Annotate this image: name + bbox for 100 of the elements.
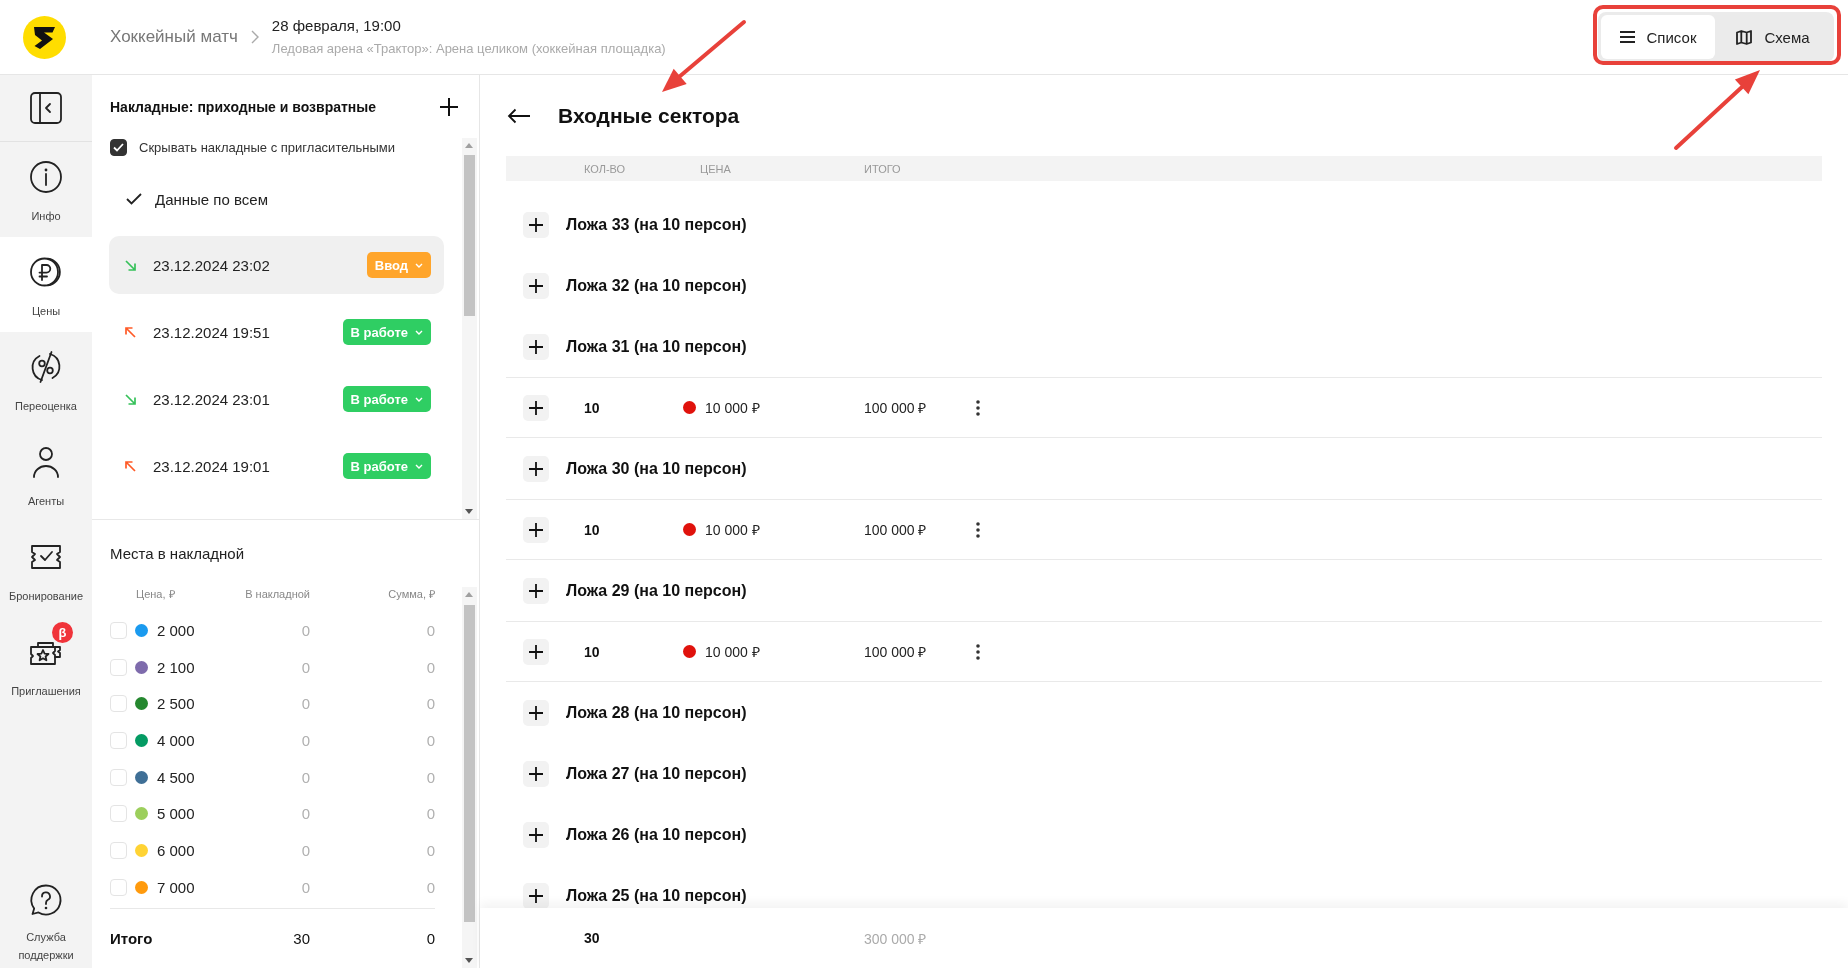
column-header: Цена, ₽ <box>135 587 176 601</box>
chevron-right-icon <box>250 30 259 44</box>
add-button[interactable] <box>523 638 549 665</box>
table-cell-text: 0 <box>425 695 435 713</box>
table-cell-text: 0 <box>425 878 435 896</box>
sector-name: Ложа 28 (на 10 персон) <box>566 703 747 722</box>
section-title: Места в накладной <box>110 545 245 562</box>
price-cell-text: 10 000 ₽ <box>705 521 760 539</box>
caret-icon <box>415 329 423 335</box>
sector-name: Ложа 33 (на 10 персон) <box>566 215 747 234</box>
plus-icon <box>529 522 543 537</box>
logo-icon[interactable] <box>23 15 66 59</box>
invoice-item[interactable]: 23.12.2024 23:02 Ввод <box>109 236 444 294</box>
invoice-date: 23.12.2024 19:51 <box>153 323 270 341</box>
table-cell-text: 30 <box>292 929 310 947</box>
add-button[interactable] <box>523 577 549 604</box>
price-value: 4 500 <box>157 768 195 786</box>
ruble-coin-icon <box>30 256 62 288</box>
add-button[interactable] <box>523 394 549 421</box>
table-cell-text: 0 <box>425 731 435 749</box>
scrollbar[interactable] <box>462 138 477 519</box>
sector-name: Ложа 31 (на 10 персон) <box>566 337 747 356</box>
price-value: 2 000 <box>157 621 195 639</box>
sector-name: Ложа 32 (на 10 персон) <box>566 276 747 295</box>
total-sum: 300 000 ₽ <box>864 929 927 948</box>
invoice-item[interactable]: 23.12.2024 23:01 В работе <box>109 370 444 428</box>
invoice-date: 23.12.2024 23:01 <box>153 390 270 408</box>
sidebar-item[interactable]: β Приглашения <box>0 617 92 712</box>
invoice-item[interactable]: 23.12.2024 19:01 В работе <box>109 437 444 495</box>
sidebar-item[interactable]: Цены <box>0 237 92 332</box>
table-cell-text: 0 <box>300 805 310 823</box>
add-button[interactable] <box>523 699 549 726</box>
invoice-date: 23.12.2024 23:02 <box>153 256 270 274</box>
add-button[interactable] <box>523 821 549 848</box>
add-button[interactable] <box>523 211 549 238</box>
table-cell-text: 0 <box>300 731 310 749</box>
table-cell-text: 0 <box>425 768 435 786</box>
plus-icon <box>529 278 543 293</box>
checkbox-label: Скрывать накладные с пригласительными <box>139 139 396 155</box>
table-cell-text: 0 <box>300 768 310 786</box>
venue-name: Ледовая арена «Трактор»: Арена целиком (хоккейная площадка) <box>271 40 666 58</box>
event-date: 28 февраля, 19:00 <box>271 16 402 36</box>
scroll-down-icon[interactable] <box>465 958 473 963</box>
plus-icon <box>529 400 543 415</box>
sector-name: Ложа 30 (на 10 персон) <box>566 459 747 478</box>
sidebar-item[interactable]: Переоценка <box>0 332 92 427</box>
add-button[interactable] <box>523 272 549 299</box>
sector-name: Ложа 26 (на 10 персон) <box>566 825 747 844</box>
sidebar-item[interactable]: Инфо <box>0 142 92 237</box>
panel-title: Накладные: приходные и возвратные <box>110 98 377 115</box>
plus-icon <box>529 644 543 659</box>
scroll-down-icon[interactable] <box>465 509 473 514</box>
price-cell-text: 10 000 ₽ <box>705 399 760 417</box>
caret-icon <box>415 262 423 268</box>
caret-icon <box>415 396 423 402</box>
plus-icon <box>529 766 543 781</box>
support-item[interactable]: Служба поддержки <box>0 884 92 968</box>
add-button[interactable] <box>523 760 549 787</box>
more-icon[interactable] <box>976 521 980 538</box>
table-cell-text: 0 <box>425 658 435 676</box>
add-button[interactable] <box>523 333 549 360</box>
arrow-up-left-icon <box>125 326 136 338</box>
quantity-cell-text: 10 <box>584 521 601 538</box>
column-header: Сумма, ₽ <box>387 587 435 601</box>
column-header: КОЛ-ВО <box>584 162 627 175</box>
price-value: 7 000 <box>157 878 195 896</box>
column-header: ЦЕНА <box>700 162 732 175</box>
breadcrumb-link[interactable]: Хоккейный матч <box>110 27 238 47</box>
invoice-item[interactable]: 23.12.2024 19:51 В работе <box>109 303 444 361</box>
view-tab[interactable]: Схема <box>1715 15 1831 59</box>
view-tab[interactable]: Список <box>1601 15 1715 59</box>
back-arrow-icon[interactable] <box>507 107 531 124</box>
table-cell-text: 0 <box>425 841 435 859</box>
table-cell-text: 0 <box>300 695 310 713</box>
collapse-sidebar-icon[interactable] <box>30 92 62 124</box>
plus-icon[interactable] <box>440 97 458 116</box>
arrow-down-right-icon <box>125 393 136 405</box>
more-icon[interactable] <box>976 399 980 416</box>
sidebar-item[interactable]: Бронирование <box>0 522 92 617</box>
add-button[interactable] <box>523 455 549 482</box>
all-data-item[interactable]: Данные по всем <box>109 176 444 222</box>
more-icon[interactable] <box>976 643 980 660</box>
scrollbar[interactable] <box>462 587 477 968</box>
sidebar-item[interactable]: Агенты <box>0 427 92 522</box>
table-cell-text: 0 <box>425 805 435 823</box>
table-cell-text: 0 <box>425 929 435 947</box>
help-icon <box>30 884 62 916</box>
price-value: 6 000 <box>157 841 195 859</box>
scrollbar-thumb[interactable] <box>464 155 475 316</box>
arrow-down-right-icon <box>125 259 136 271</box>
plus-icon <box>529 827 543 842</box>
table-cell-text: 0 <box>300 878 310 896</box>
scrollbar-thumb[interactable] <box>464 605 475 922</box>
add-button[interactable] <box>523 882 549 908</box>
total-cell-text: 100 000 ₽ <box>864 399 928 417</box>
map-icon <box>1736 29 1753 45</box>
plus-icon <box>529 583 543 598</box>
plus-icon <box>529 461 543 476</box>
checkbox[interactable] <box>110 138 127 156</box>
add-button[interactable] <box>523 516 549 543</box>
